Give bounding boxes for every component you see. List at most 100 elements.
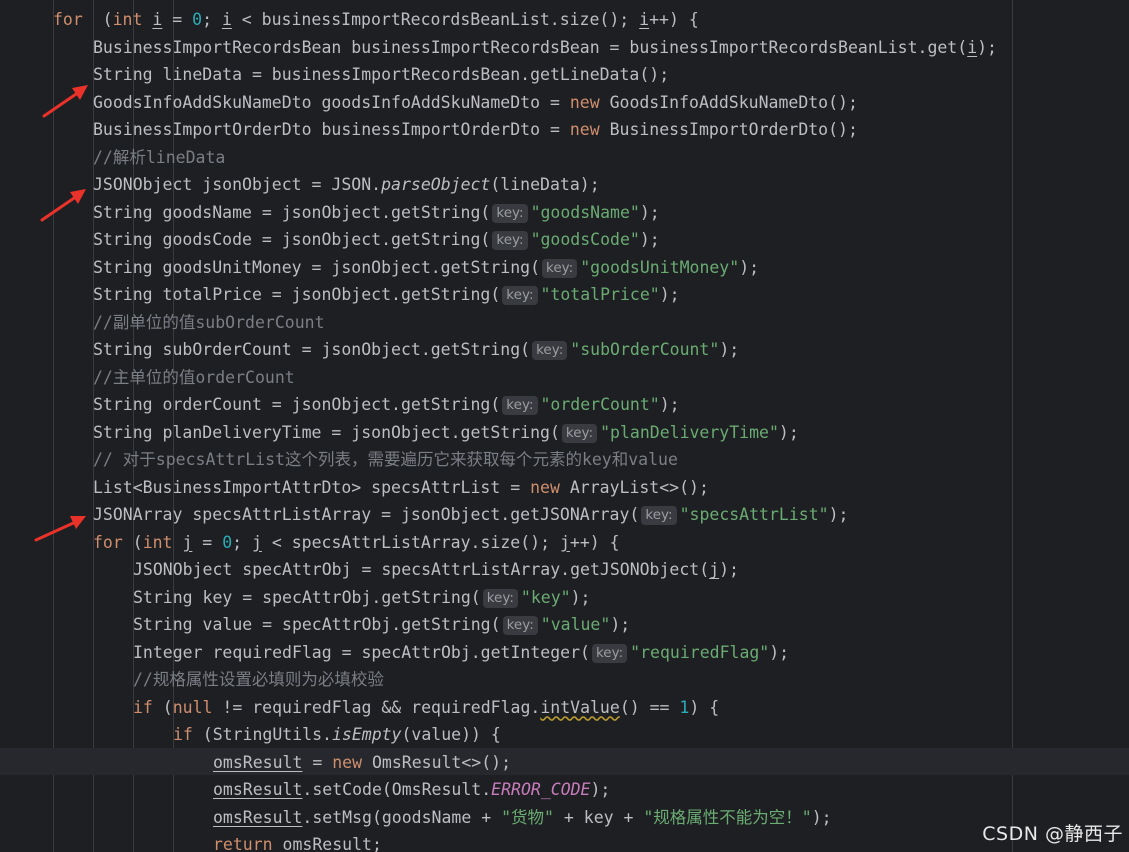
code-line[interactable]: Integer requiredFlag = specAttrObj.getIn…: [133, 639, 789, 666]
code-line[interactable]: String goodsName = jsonObject.getString(…: [93, 199, 660, 226]
code-editor[interactable]: for (int i = 0; i < businessImportRecord…: [0, 0, 1129, 852]
code-line[interactable]: BusinessImportRecordsBean businessImport…: [93, 34, 997, 61]
code-comment: //副单位的值subOrderCount: [93, 312, 325, 332]
code-variable: i: [639, 10, 650, 29]
code-line[interactable]: // 对于specsAttrList这个列表，需要遍历它来获取每个元素的key和…: [93, 446, 678, 473]
code-text: omsResult;: [272, 835, 382, 852]
code-text: String goodsUnitMoney = jsonObject.getSt…: [93, 257, 541, 277]
code-keyword: if: [133, 697, 153, 717]
code-keyword: new: [569, 92, 600, 112]
code-static-method: isEmpty: [331, 725, 402, 744]
code-text: (: [82, 10, 113, 29]
param-hint: key:: [641, 506, 677, 525]
code-text: String subOrderCount = jsonObject.getStr…: [93, 340, 531, 359]
code-line[interactable]: omsResult = new OmsResult<>();: [213, 749, 511, 776]
param-hint: key:: [532, 341, 568, 360]
code-line[interactable]: GoodsInfoAddSkuNameDto goodsInfoAddSkuNa…: [93, 89, 858, 116]
code-line[interactable]: String totalPrice = jsonObject.getString…: [93, 281, 680, 308]
code-text: JSONArray specsAttrListArray = jsonObjec…: [93, 505, 640, 524]
code-text: != requiredFlag && requiredFlag.: [212, 697, 541, 717]
code-text: ;: [232, 532, 252, 552]
code-text: );: [977, 37, 997, 57]
red-arrow-annotation: [42, 85, 88, 118]
code-string: "orderCount": [540, 395, 660, 414]
right-margin-guide: [1012, 0, 1013, 852]
code-string: "value": [540, 615, 611, 634]
code-string: "goodsName": [530, 202, 640, 222]
code-text: JSONObject specAttrObj = specsAttrListAr…: [133, 560, 710, 579]
code-text: (value)) {: [401, 725, 501, 744]
code-line[interactable]: //规格属性设置必填则为必填校验: [133, 666, 384, 693]
code-keyword: for: [93, 532, 123, 552]
code-text: );: [828, 505, 849, 524]
code-text: String goodsCode = jsonObject.getString(: [93, 230, 491, 249]
code-variable: j: [709, 560, 720, 579]
code-line[interactable]: for (int j = 0; j < specsAttrListArray.s…: [93, 529, 620, 556]
code-line[interactable]: JSONObject specAttrObj = specsAttrListAr…: [133, 556, 739, 583]
code-variable: j: [252, 532, 262, 552]
code-number: 0: [222, 532, 233, 552]
code-line[interactable]: return omsResult;: [213, 831, 382, 852]
code-text: =: [162, 10, 193, 29]
code-line[interactable]: String orderCount = jsonObject.getString…: [93, 391, 680, 418]
code-text: .setMsg(goodsName +: [302, 807, 502, 827]
code-text: BusinessImportRecordsBean businessImport…: [93, 37, 968, 57]
code-constant: ERROR_CODE: [491, 780, 591, 799]
code-string: "goodsUnitMoney": [580, 257, 740, 277]
code-text: );: [778, 422, 799, 442]
code-line[interactable]: //主单位的值orderCount: [93, 364, 295, 391]
code-comment: //规格属性设置必填则为必填校验: [133, 670, 384, 689]
code-line[interactable]: for (int i = 0; i < businessImportRecord…: [53, 6, 699, 33]
code-line[interactable]: String lineData = businessImportRecordsB…: [93, 61, 669, 88]
code-string: "subOrderCount": [570, 340, 720, 359]
code-text: String goodsName = jsonObject.getString(: [93, 202, 491, 222]
code-text: + key +: [553, 807, 644, 827]
code-line[interactable]: omsResult.setMsg(goodsName + "货物" + key …: [213, 804, 832, 831]
param-hint: key:: [502, 286, 538, 305]
code-text: (: [122, 532, 143, 552]
code-number: 0: [192, 10, 203, 29]
code-text: String orderCount = jsonObject.getString…: [93, 395, 501, 414]
code-keyword: new: [530, 477, 560, 497]
code-text: );: [769, 642, 790, 662]
code-variable: i: [967, 37, 978, 57]
indent-guide: [53, 0, 54, 852]
code-line[interactable]: String subOrderCount = jsonObject.getStr…: [93, 336, 739, 363]
code-text: );: [719, 340, 740, 359]
code-comment: //主单位的值orderCount: [93, 367, 295, 387]
code-text: );: [610, 615, 631, 634]
code-line[interactable]: //解析lineData: [93, 144, 225, 171]
code-text: );: [739, 257, 760, 277]
code-line[interactable]: //副单位的值subOrderCount: [93, 309, 325, 336]
code-comment: //解析lineData: [93, 147, 226, 167]
param-hint: key:: [591, 643, 628, 663]
code-string: "key": [520, 587, 571, 607]
code-line[interactable]: String goodsCode = jsonObject.getString(…: [93, 226, 660, 253]
code-text: < specsAttrListArray.size();: [261, 532, 560, 552]
code-text: (: [152, 697, 173, 717]
code-line[interactable]: if (null != requiredFlag && requiredFlag…: [133, 694, 719, 721]
code-line[interactable]: BusinessImportOrderDto businessImportOrd…: [93, 116, 858, 143]
code-line[interactable]: String planDeliveryTime = jsonObject.get…: [93, 419, 799, 446]
code-line[interactable]: omsResult.setCode(OmsResult.ERROR_CODE);: [213, 776, 610, 803]
code-text: ++) {: [649, 10, 699, 29]
code-line[interactable]: String value = specAttrObj.getString(key…: [133, 611, 630, 638]
code-string: "totalPrice": [540, 285, 660, 304]
code-line[interactable]: if (StringUtils.isEmpty(value)) {: [173, 721, 501, 748]
code-text: < businessImportRecordsBeanList.size();: [231, 10, 640, 29]
param-hint: key:: [561, 423, 598, 443]
code-text: (StringUtils.: [192, 725, 332, 744]
code-line[interactable]: String goodsUnitMoney = jsonObject.getSt…: [93, 254, 759, 281]
param-hint: key:: [502, 396, 538, 415]
code-keyword: int: [112, 10, 143, 29]
code-line[interactable]: List<BusinessImportAttrDto> specsAttrLis…: [93, 474, 709, 501]
code-text: =: [192, 532, 223, 552]
code-line[interactable]: JSONObject jsonObject = JSON.parseObject…: [93, 171, 600, 198]
param-hint: key:: [502, 616, 538, 635]
code-line[interactable]: String key = specAttrObj.getString(key: "…: [133, 584, 590, 611]
code-text: );: [659, 285, 680, 304]
code-text: (lineData);: [490, 175, 600, 194]
code-line[interactable]: JSONArray specsAttrListArray = jsonObjec…: [93, 501, 848, 528]
